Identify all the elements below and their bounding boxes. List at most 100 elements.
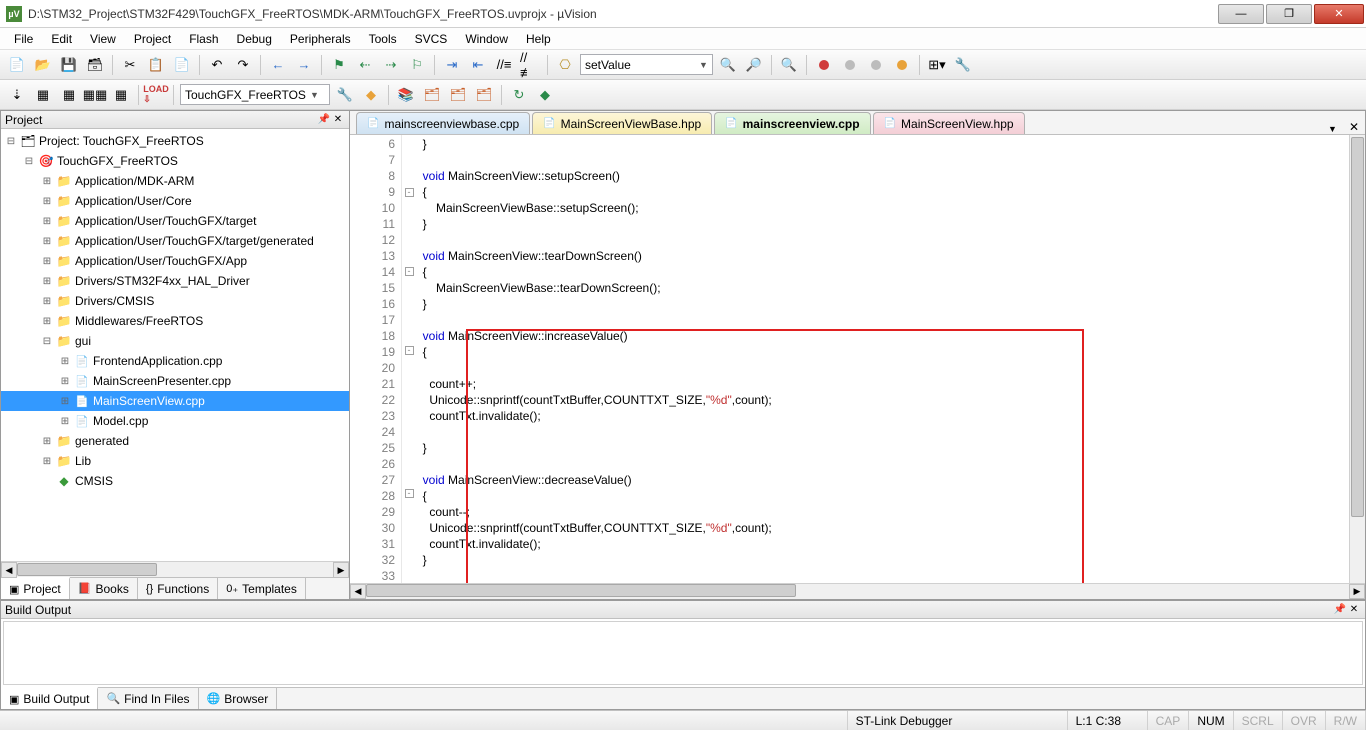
tree-toggle-icon[interactable]: ⊞ — [59, 396, 71, 407]
menu-flash[interactable]: Flash — [181, 30, 226, 48]
scroll-right-icon[interactable]: ▶ — [333, 562, 349, 578]
tree-toggle-icon[interactable]: ⊞ — [41, 436, 53, 447]
tree-node[interactable]: ⊞📄MainScreenView.cpp — [1, 391, 349, 411]
target-options-icon[interactable]: 🔧 — [334, 84, 356, 106]
scroll-right-icon[interactable]: ▶ — [1349, 584, 1365, 599]
rebuild-icon[interactable]: ▦ — [58, 84, 80, 106]
scroll-thumb[interactable] — [366, 584, 796, 597]
editor-tab[interactable]: 📄mainscreenviewbase.cpp — [356, 112, 530, 134]
close-button[interactable]: ✕ — [1314, 4, 1364, 24]
tree-node[interactable]: ⊞📁Lib — [1, 451, 349, 471]
editor-tab[interactable]: 📄MainScreenViewBase.hpp — [532, 112, 712, 134]
copy-icon[interactable]: 📋 — [145, 54, 167, 76]
redo-icon[interactable]: ↷ — [232, 54, 254, 76]
tree-hscrollbar[interactable]: ◀ ▶ — [1, 561, 349, 577]
tree-node[interactable]: ⊞📁Application/User/TouchGFX/App — [1, 251, 349, 271]
menu-edit[interactable]: Edit — [43, 30, 80, 48]
books-icon[interactable]: 📚 — [395, 84, 417, 106]
manage-rte-icon[interactable]: ◆ — [360, 84, 382, 106]
save-all-icon[interactable]: 🗃 — [84, 54, 106, 76]
tree-toggle-icon[interactable]: ⊞ — [41, 276, 53, 287]
scroll-left-icon[interactable]: ◀ — [1, 562, 17, 578]
batch-build-icon[interactable]: ▦▦ — [84, 84, 106, 106]
tree-toggle-icon[interactable]: ⊞ — [41, 176, 53, 187]
scroll-left-icon[interactable]: ◀ — [350, 584, 366, 599]
editor-hscrollbar[interactable]: ◀ ▶ — [350, 583, 1365, 599]
panel-close-icon[interactable]: ✕ — [331, 113, 345, 127]
pack-installer-icon[interactable]: ◆ — [534, 84, 556, 106]
menu-debug[interactable]: Debug — [229, 30, 280, 48]
build-output-body[interactable] — [3, 621, 1363, 685]
scroll-thumb[interactable] — [1351, 137, 1364, 517]
menu-project[interactable]: Project — [126, 30, 179, 48]
configure-icon[interactable]: 🔧 — [952, 54, 974, 76]
panel-tab-browser[interactable]: 🌐Browser — [199, 688, 278, 709]
tree-node[interactable]: ⊞📁Application/MDK-ARM — [1, 171, 349, 191]
menu-window[interactable]: Window — [457, 30, 516, 48]
menu-tools[interactable]: Tools — [361, 30, 405, 48]
tree-toggle-icon[interactable]: ⊞ — [41, 456, 53, 467]
tree-node[interactable]: ⊞📁Application/User/Core — [1, 191, 349, 211]
panel-tab-build-output[interactable]: ▣Build Output — [1, 687, 98, 709]
breakpoint-disable-icon[interactable] — [839, 54, 861, 76]
menu-svcs[interactable]: SVCS — [407, 30, 456, 48]
window-layout-icon[interactable]: ⊞▾ — [926, 54, 948, 76]
code-editor[interactable]: 6789101112131415161718192021222324252627… — [350, 135, 1365, 583]
tree-node[interactable]: ⊞📁Application/User/TouchGFX/target/gener… — [1, 231, 349, 251]
tree-node[interactable]: ⊞📄Model.cpp — [1, 411, 349, 431]
bookmark-clear-icon[interactable]: ⚐ — [406, 54, 428, 76]
tree-toggle-icon[interactable]: ⊞ — [41, 236, 53, 247]
stop-build-icon[interactable]: ▦ — [110, 84, 132, 106]
paste-icon[interactable]: 📄 — [171, 54, 193, 76]
tree-node[interactable]: ⊟📁gui — [1, 331, 349, 351]
breakpoint-enable-icon[interactable] — [891, 54, 913, 76]
translate-icon[interactable]: ⇣ — [6, 84, 28, 106]
maximize-button[interactable]: ❐ — [1266, 4, 1312, 24]
bookmark-prev-icon[interactable]: ⇠ — [354, 54, 376, 76]
panel-tab-books[interactable]: 📕Books — [70, 578, 138, 599]
indent-icon[interactable]: ⇥ — [441, 54, 463, 76]
editor-vscrollbar[interactable] — [1349, 135, 1365, 583]
find-next-icon[interactable]: 🔍 — [717, 54, 739, 76]
debug-session-icon[interactable]: 🔍 — [778, 54, 800, 76]
minimize-button[interactable]: — — [1218, 4, 1264, 24]
menu-view[interactable]: View — [82, 30, 124, 48]
tree-node[interactable]: ⊞📁generated — [1, 431, 349, 451]
menu-peripherals[interactable]: Peripherals — [282, 30, 359, 48]
menu-file[interactable]: File — [6, 30, 41, 48]
refresh-icon[interactable]: ↻ — [508, 84, 530, 106]
panel-tab-project[interactable]: ▣Project — [1, 577, 70, 599]
tree-node[interactable]: ⊟🗂Project: TouchGFX_FreeRTOS — [1, 131, 349, 151]
find-combo[interactable]: setValue ▼ — [580, 54, 713, 75]
project-tree[interactable]: ⊟🗂Project: TouchGFX_FreeRTOS⊟🎯TouchGFX_F… — [1, 129, 349, 561]
uncomment-icon[interactable]: //≢ — [519, 54, 541, 76]
panel-tab-functions[interactable]: {}Functions — [138, 578, 218, 599]
panel-tab-templates[interactable]: 0₊Templates — [218, 578, 306, 599]
tree-node[interactable]: ◆CMSIS — [1, 471, 349, 491]
tree-toggle-icon[interactable]: ⊟ — [5, 136, 17, 147]
tree-node[interactable]: ⊞📄FrontendApplication.cpp — [1, 351, 349, 371]
tree-toggle-icon[interactable]: ⊞ — [41, 216, 53, 227]
nav-fwd-icon[interactable]: → — [293, 54, 315, 76]
target-combo[interactable]: TouchGFX_FreeRTOS ▼ — [180, 84, 330, 105]
templates-icon[interactable]: 🗂 — [447, 84, 469, 106]
find-scope-icon[interactable]: ⎔ — [554, 54, 576, 76]
functions-icon[interactable]: 🗂 — [421, 84, 443, 106]
outdent-icon[interactable]: ⇤ — [467, 54, 489, 76]
menu-help[interactable]: Help — [518, 30, 559, 48]
tree-toggle-icon[interactable]: ⊟ — [23, 156, 35, 167]
breakpoint-kill-icon[interactable] — [865, 54, 887, 76]
download-icon[interactable]: LOAD⇩ — [145, 84, 167, 106]
comment-icon[interactable]: //≡ — [493, 54, 515, 76]
scroll-thumb[interactable] — [17, 563, 157, 576]
breakpoint-icon[interactable] — [813, 54, 835, 76]
tree-toggle-icon[interactable]: ⊞ — [59, 376, 71, 387]
tree-node[interactable]: ⊞📁Drivers/CMSIS — [1, 291, 349, 311]
code-text[interactable]: } void MainScreenView::setupScreen() { M… — [416, 135, 1349, 583]
bookmark-next-icon[interactable]: ⇢ — [380, 54, 402, 76]
tree-node[interactable]: ⊞📁Drivers/STM32F4xx_HAL_Driver — [1, 271, 349, 291]
tab-close-icon[interactable]: ✕ — [1343, 120, 1365, 134]
undo-icon[interactable]: ↶ — [206, 54, 228, 76]
tree-toggle-icon[interactable]: ⊞ — [41, 196, 53, 207]
tree-node[interactable]: ⊞📁Application/User/TouchGFX/target — [1, 211, 349, 231]
